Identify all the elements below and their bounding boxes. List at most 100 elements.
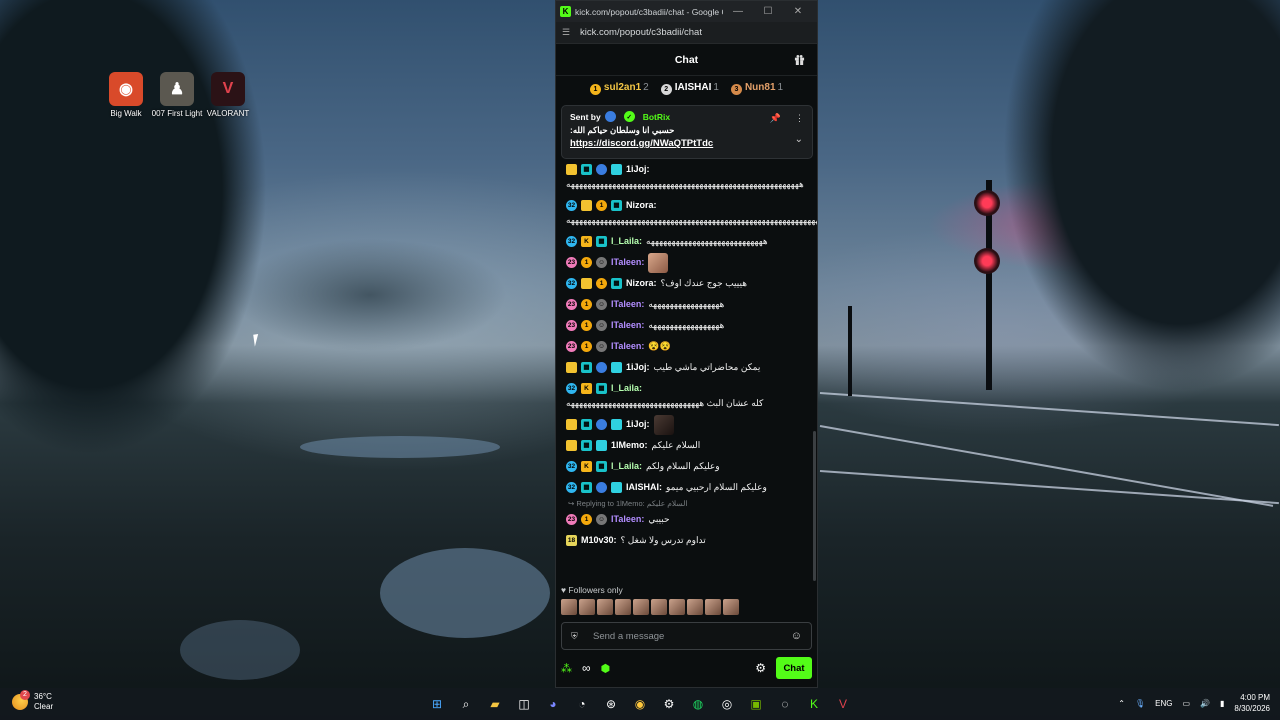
chat-message-list[interactable]: ▦ 1iJoj: ههههههههههههههههههههههههههههههههه… — [556, 159, 817, 581]
emote-item[interactable] — [633, 599, 649, 615]
emote-strip[interactable] — [561, 599, 739, 615]
chat-username[interactable]: IAISHAI: — [626, 477, 662, 498]
chat-username[interactable]: ITaleen: — [611, 294, 644, 315]
founder-badge-icon[interactable]: ☺ — [596, 299, 607, 310]
infinity-icon[interactable]: ∞ — [582, 661, 591, 675]
microphone-icon[interactable]: 🎙 — [1135, 699, 1145, 708]
chat-username[interactable]: Nizora: — [626, 198, 657, 213]
og-badge-icon[interactable]: ▦ — [581, 164, 592, 175]
chat-scrollbar[interactable] — [813, 431, 816, 581]
gifter-badge-icon[interactable]: 1 — [581, 257, 592, 268]
crown-badge-icon[interactable] — [566, 440, 577, 451]
maximize-icon[interactable]: ☐ — [753, 6, 783, 17]
chat-username[interactable]: l_Laila: — [611, 381, 642, 396]
gift-icon[interactable] — [794, 54, 805, 65]
volume-icon[interactable]: 🔊 — [1200, 699, 1210, 708]
minimize-icon[interactable]: — — [723, 6, 753, 17]
og-badge-icon[interactable]: ▦ — [581, 482, 592, 493]
founder-badge-icon[interactable]: ☺ — [596, 320, 607, 331]
leaderboard-entry[interactable]: 2 IAISHAI 1 — [660, 82, 719, 95]
subscriber-badge-icon[interactable] — [611, 362, 622, 373]
sub-32-badge-icon[interactable]: 32 — [566, 236, 577, 247]
subscriber-badge-icon[interactable] — [611, 419, 622, 430]
battery-icon[interactable]: ▮ — [1220, 699, 1224, 708]
founder-badge-icon[interactable]: ☺ — [596, 341, 607, 352]
crown-badge-icon[interactable] — [566, 164, 577, 175]
emote-item[interactable] — [723, 599, 739, 615]
crown-badge-icon[interactable] — [566, 362, 577, 373]
chat-message[interactable]: 32 ▦ IAISHAI: وعليكم السلام ارحبيي ميمو — [566, 477, 807, 498]
founder-badge-icon[interactable]: ☺ — [596, 514, 607, 525]
close-icon[interactable]: ✕ — [783, 6, 813, 17]
chrome-icon[interactable]: ◉ — [628, 693, 652, 715]
sub-23-badge-icon[interactable]: 23 — [566, 299, 577, 310]
crown-badge-icon[interactable] — [566, 419, 577, 430]
og-badge-icon[interactable]: ▦ — [611, 200, 622, 211]
chat-username[interactable]: 1iJoj: — [626, 357, 650, 378]
chat-message[interactable]: 32 1 ▦ Nizora: هيييب جوج عندك اوف؟ — [566, 273, 807, 294]
emote-item[interactable] — [615, 599, 631, 615]
chat-message[interactable]: 23 1 ☺ ITaleen: حبيبي — [566, 509, 807, 530]
kick-logo-icon[interactable]: ⬢ — [601, 662, 611, 675]
search-icon[interactable]: ⌕ — [454, 693, 478, 715]
chat-message[interactable]: 32 K ▦ l_Laila: وعليكم السلام ولكم — [566, 456, 807, 477]
leaderboard-entry[interactable]: 1 sul2an1 2 — [589, 82, 649, 95]
crown-badge-icon[interactable] — [581, 278, 592, 289]
emote-item[interactable] — [579, 599, 595, 615]
send-chat-button[interactable]: Chat — [776, 657, 812, 679]
chat-username[interactable]: ITaleen: — [611, 252, 644, 273]
chat-message[interactable]: 23 1 ☺ ITaleen: هههههههههههههههههه — [566, 315, 807, 336]
nvidia-icon[interactable]: ▣ — [744, 693, 768, 715]
sub-23-badge-icon[interactable]: 23 — [566, 514, 577, 525]
chat-username[interactable]: Nizora: — [626, 273, 657, 294]
reply-context[interactable]: ↪ Replying to 1lMemo: السلام عليكم — [566, 498, 807, 509]
chat-message[interactable]: ▦ 1iJoj: يمكن محاضراتي ماشي طيب — [566, 357, 807, 378]
sub-32-badge-icon[interactable]: 32 — [566, 461, 577, 472]
message-input[interactable]: ⛨ Send a message ☺ — [561, 622, 812, 650]
site-settings-icon[interactable]: ☰ — [562, 27, 572, 38]
chat-message[interactable]: ▦ 1iJoj: ههههههههههههههههههههههههههههههههه… — [566, 159, 807, 195]
window-titlebar[interactable]: K kick.com/popout/c3badii/chat - Google … — [556, 1, 817, 22]
chat-username[interactable]: ITaleen: — [611, 315, 644, 336]
chevron-up-icon[interactable]: ⌃ — [1118, 699, 1125, 708]
chat-message[interactable]: 18 M10v30: تداوم تدرس ولا شغل ؟ — [566, 530, 807, 551]
moon-badge-icon[interactable] — [596, 482, 607, 493]
sub-23-badge-icon[interactable]: 23 — [566, 257, 577, 268]
start-icon[interactable]: ⊞ — [425, 693, 449, 715]
more-options-icon[interactable]: ⋮ — [795, 113, 804, 124]
chat-username[interactable]: ITaleen: — [611, 509, 644, 530]
kick-badge-icon[interactable]: K — [581, 383, 592, 394]
weather-widget[interactable]: 2 36°C Clear — [12, 690, 53, 712]
emote-item[interactable] — [561, 599, 577, 615]
chevron-down-icon[interactable]: ⌄ — [795, 134, 803, 145]
desktop-icon-007-first-light[interactable]: ♟ 007 First Light — [149, 72, 205, 118]
og-badge-icon[interactable]: ▦ — [596, 236, 607, 247]
sub-32-badge-icon[interactable]: 32 — [566, 482, 577, 493]
sub-32-badge-icon[interactable]: 32 — [566, 200, 577, 211]
emote-item[interactable] — [705, 599, 721, 615]
sub-32-badge-icon[interactable]: 32 — [566, 383, 577, 394]
kick-badge-icon[interactable]: K — [581, 236, 592, 247]
desktop-icon-big-walk[interactable]: ◉ Big Walk — [98, 72, 154, 118]
network-icon[interactable]: ▭ — [1182, 699, 1190, 708]
address-bar[interactable]: ☰ kick.com/popout/c3badii/chat — [556, 22, 817, 44]
chat-message[interactable]: ▦ 1lMemo: السلام عليكم — [566, 435, 807, 456]
leaderboard-entry[interactable]: 3 Nun81 1 — [730, 82, 783, 95]
subscriber-badge-icon[interactable] — [611, 482, 622, 493]
og-badge-icon[interactable]: ▦ — [581, 419, 592, 430]
chat-emote[interactable] — [653, 414, 674, 435]
chat-emote[interactable] — [648, 252, 669, 273]
emote-item[interactable] — [669, 599, 685, 615]
subscriber-badge-icon[interactable] — [596, 440, 607, 451]
chat-message[interactable]: 32 1 ▦ Nizora: ههههههههههههههههههههههههههههه… — [566, 195, 817, 231]
pinned-message[interactable]: Sent by ✓ BotRix حسبي انا وسلطان حياكم ا… — [561, 105, 813, 159]
discord-canary-icon[interactable]: ◔ — [570, 693, 594, 715]
emote-item[interactable] — [687, 599, 703, 615]
kick-badge-icon[interactable]: K — [581, 461, 592, 472]
chat-message[interactable]: 23 1 ☺ ITaleen: 😵😵 — [566, 336, 807, 357]
chat-message[interactable]: 32 K ▦ l_Laila: هههههههههههههههههههههههههههه… — [566, 231, 807, 252]
moon-badge-icon[interactable] — [596, 362, 607, 373]
emote-item[interactable] — [651, 599, 667, 615]
chat-username[interactable]: M10v30: — [581, 530, 617, 551]
og-badge-icon[interactable]: ▦ — [596, 461, 607, 472]
